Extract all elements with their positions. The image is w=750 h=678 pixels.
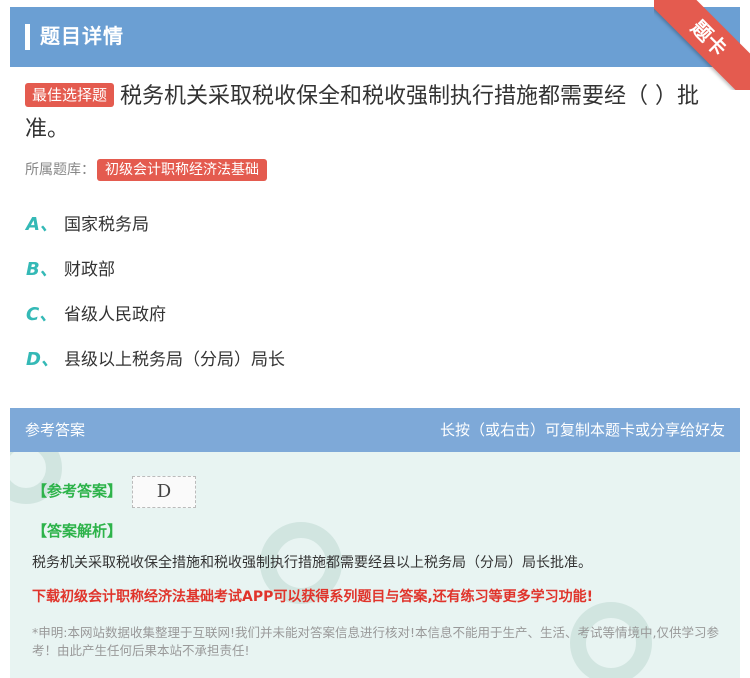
question-block: 最佳选择题 税务机关采取税收保全和税收强制执行措施都需要经（ ）批准。 — [25, 80, 725, 146]
app-download-promo[interactable]: 下载初级会计职称经济法基础考试APP可以获得系列题目与答案,还有练习等更多学习功… — [32, 586, 722, 608]
option-letter: A、 — [26, 214, 58, 235]
option-letter: D、 — [26, 349, 59, 370]
option-text: 财政部 — [64, 260, 115, 280]
options-list: A、 国家税务局 B、 财政部 C、 省级人民政府 D、 县级以上税务局（分局）局长 — [26, 208, 726, 388]
page-title: 题目详情 — [40, 24, 124, 48]
bank-label: 所属题库： — [25, 162, 95, 178]
question-type-badge: 最佳选择题 — [25, 83, 115, 107]
bank-badge[interactable]: 初级会计职称经济法基础 — [97, 159, 267, 181]
reference-answer-label: 【参考答案】 — [32, 482, 123, 500]
option-letter: B、 — [26, 259, 58, 280]
card-ribbon[interactable]: 题卡 — [654, 0, 750, 90]
answer-panel-header: 参考答案 长按（或右击）可复制本题卡或分享给好友 — [10, 408, 740, 452]
option-a[interactable]: A、 国家税务局 — [26, 208, 726, 253]
question-bank-row: 所属题库： 初级会计职称经济法基础 — [25, 158, 267, 182]
option-text: 国家税务局 — [64, 215, 149, 235]
reference-answer-value: D — [132, 476, 196, 508]
option-d[interactable]: D、 县级以上税务局（分局）局长 — [26, 343, 726, 388]
question-text: 税务机关采取税收保全和税收强制执行措施都需要经（ ）批准。 — [25, 84, 700, 142]
option-letter: C、 — [26, 304, 58, 325]
answer-panel-body: 【参考答案】 D 【答案解析】 税务机关采取税收保全措施和税收强制执行措施都需要… — [10, 452, 740, 678]
analysis-text: 税务机关采取税收保全措施和税收强制执行措施都需要经县以上税务局（分局）局长批准。 — [32, 555, 592, 571]
card-ribbon-label: 题卡 — [654, 0, 750, 90]
share-hint: 长按（或右击）可复制本题卡或分享给好友 — [439, 421, 725, 439]
option-text: 省级人民政府 — [64, 305, 166, 325]
option-c[interactable]: C、 省级人民政府 — [26, 298, 726, 343]
answer-header-title: 参考答案 — [25, 421, 86, 439]
header-accent-bar — [25, 24, 30, 50]
option-text: 县级以上税务局（分局）局长 — [64, 350, 285, 370]
question-card-page: 题目详情 题卡 最佳选择题 税务机关采取税收保全和税收强制执行措施都需要经（ ）批… — [0, 0, 750, 678]
disclaimer-text: *申明:本网站数据收集整理于互联网!我们并未能对答案信息进行核对!本信息不能用于… — [32, 625, 719, 658]
analysis-label: 【答案解析】 — [32, 522, 123, 540]
page-header: 题目详情 — [10, 7, 740, 67]
option-b[interactable]: B、 财政部 — [26, 253, 726, 298]
